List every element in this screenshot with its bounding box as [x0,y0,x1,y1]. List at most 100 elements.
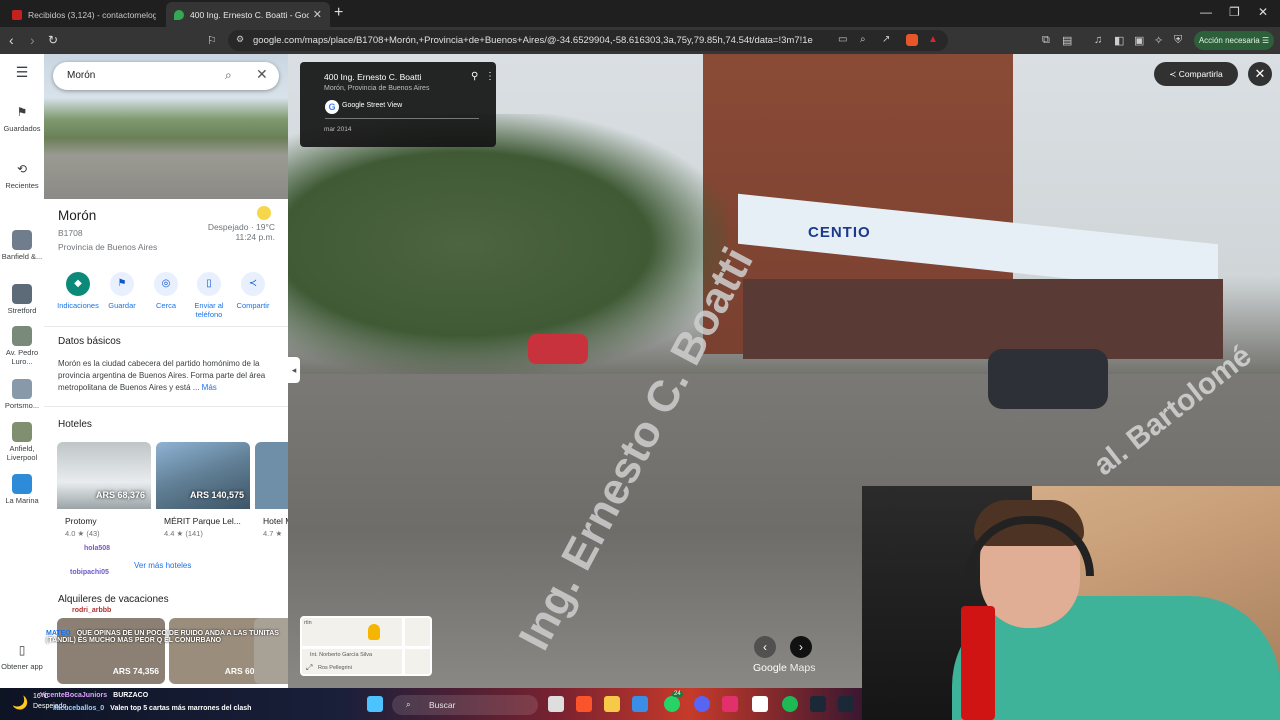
search-input[interactable]: Morón [67,70,95,81]
section-heading: Datos básicos [58,336,121,347]
discord-icon[interactable] [694,696,710,712]
address-bar[interactable]: ⚙ google.com/maps/place/B1708+Morón,+Pro… [228,30,948,51]
tab-gmail[interactable]: Recibidos (3,124) - contactomelogran [4,2,164,27]
expand-map-icon[interactable]: ⤢ [306,663,312,673]
tab-maps[interactable]: 400 Ing. Ernesto C. Boatti - Goo ✕ [166,2,330,27]
more-link[interactable]: Más [202,383,217,392]
steam-icon[interactable] [810,696,826,712]
more-options-icon[interactable]: ⋮ [485,71,495,82]
tab-label: Recibidos (3,124) - contactomelogran [28,9,156,20]
mini-map[interactable]: Int. Norberto García Silva Ros Pellegrin… [300,616,432,676]
share-button[interactable]: ≺ Compartir [230,272,276,310]
notion-icon[interactable] [752,696,768,712]
close-icon[interactable]: ✕ [256,66,268,83]
chat-line: hola508 [84,545,114,552]
forward-icon[interactable]: › [30,32,35,48]
action-needed-button[interactable]: Acción necesaria ☰ [1194,31,1274,50]
cast-icon[interactable]: ▭ [838,34,847,45]
close-tab-icon[interactable]: ✕ [313,8,322,21]
rail-recent-anfield[interactable]: Anfield, Liverpool [0,422,44,462]
hotel-rating: 4.4 ★ (141) [164,529,203,538]
media-icon[interactable]: ♫ [1094,34,1107,47]
wallet-icon[interactable]: ▣ [1134,34,1147,47]
reload-icon[interactable]: ↻ [48,33,58,47]
microphone-icon [961,606,995,720]
more-hotels-link[interactable]: Ver más hoteles [134,561,191,570]
send-to-phone-button[interactable]: ▯ Enviar al teléfono [186,272,232,319]
close-street-view-button[interactable]: ✕ [1248,62,1272,86]
spotify-icon[interactable] [782,696,798,712]
next-arrow-button[interactable]: › [790,636,812,658]
restore-icon[interactable]: ❐ [1229,5,1240,19]
menu-icon[interactable]: ☰ [0,65,44,79]
store-icon[interactable] [632,696,648,712]
rental-card[interactable]: ARS 74,356 [57,618,165,684]
phone-icon: ▯ [18,643,26,657]
action-label: Indicaciones [57,301,99,310]
brave-icon[interactable] [576,696,592,712]
taskbar-search-label: Buscar [429,700,456,710]
split-icon[interactable]: ◧ [1114,34,1127,47]
rail-recent-banfield[interactable]: Banfield &... [0,230,44,261]
new-tab-button[interactable]: + [334,4,343,22]
taskbar-search[interactable]: ⌕ Buscar [392,695,538,715]
extensions-icon[interactable]: ⧉ [1042,34,1055,47]
zoom-icon[interactable]: ⌕ [860,34,866,45]
file-explorer-icon[interactable] [604,696,620,712]
save-button[interactable]: ⚑ Guardar [99,272,145,310]
rewards-icon[interactable]: ▲ [928,34,938,45]
vpn-icon[interactable]: ⛨ [1174,34,1187,47]
rail-recent-pedro-luro[interactable]: Av. Pedro Luro... [0,326,44,366]
hotel-price: ARS 140,575 [189,490,244,500]
previous-arrow-button[interactable]: ‹ [754,636,776,658]
hotel-name: Hotel M [263,516,288,526]
url-text[interactable]: google.com/maps/place/B1708+Morón,+Provi… [253,35,813,46]
brave-shield-icon[interactable] [906,34,918,46]
rail-recent-portsmouth[interactable]: Portsmo... [0,379,44,410]
action-label: Cerca [155,301,176,310]
rail-saved[interactable]: ⚑ Guardados [0,102,44,133]
rail-recent-la-marina[interactable]: La Marina [0,474,44,505]
share-button[interactable]: ≺ Compartirla [1154,62,1238,86]
leo-icon[interactable]: ✧ [1154,34,1167,47]
collapse-panel-button[interactable]: ◂ [288,357,300,383]
windows-start-icon[interactable] [367,696,383,712]
location-pin-icon[interactable]: ⚲ [471,71,478,82]
task-view-icon[interactable] [548,696,564,712]
rental-card[interactable] [254,618,288,684]
hotel-name: MÉRIT Parque Lel... [164,516,241,526]
rail-label: Banfield &... [1,252,43,261]
search-icon[interactable]: ⌕ [225,68,232,83]
google-maps-logo: Google Maps [753,662,815,674]
capture-date[interactable]: mar 2014 [324,126,351,133]
sidebar-icon[interactable]: ▤ [1062,34,1075,47]
back-icon[interactable]: ‹ [9,32,14,48]
nearby-button[interactable]: ◎ Cerca [143,272,189,310]
instagram-icon[interactable] [722,696,738,712]
store-name: CENTIO [808,224,871,241]
bookmark-icon[interactable]: ⚐ [207,34,217,47]
share-icon: ≺ [241,272,265,296]
rail-get-app[interactable]: ▯ Obtener app [0,640,44,671]
minimize-icon[interactable]: — [1200,5,1212,19]
rail-recent-stretford[interactable]: Stretford [0,284,44,315]
directions-button[interactable]: ◆ Indicaciones [55,272,101,310]
pegman-icon[interactable] [368,624,380,640]
rail-recent[interactable]: ⟲ Recientes [0,159,44,190]
place-province: Provincia de Buenos Aires [58,242,158,252]
whatsapp-icon[interactable] [664,696,680,712]
hotel-card[interactable]: ARS 68,376 Protomy 4.0 ★ (43) [57,442,151,547]
close-window-icon[interactable]: ✕ [1258,5,1268,19]
share-page-icon[interactable]: ↗ [882,34,890,45]
steam-icon[interactable] [838,696,854,712]
rail-label: Stretford [7,306,37,315]
map-thumbnail-icon [12,474,32,494]
hotel-card[interactable]: Hotel M 4.7 ★ [255,442,288,547]
map-thumbnail-icon [12,422,32,442]
site-info-icon[interactable]: ⚙ [236,34,244,45]
search-box[interactable]: Morón ⌕ ✕ [53,62,279,90]
hotel-card[interactable]: ARS 140,575 MÉRIT Parque Lel... 4.4 ★ (1… [156,442,250,547]
chat-line: facuceballos_0 Valen top 5 cartas más ma… [54,705,251,712]
rail-label: Portsmo... [4,401,40,410]
date-slider[interactable] [325,118,479,119]
